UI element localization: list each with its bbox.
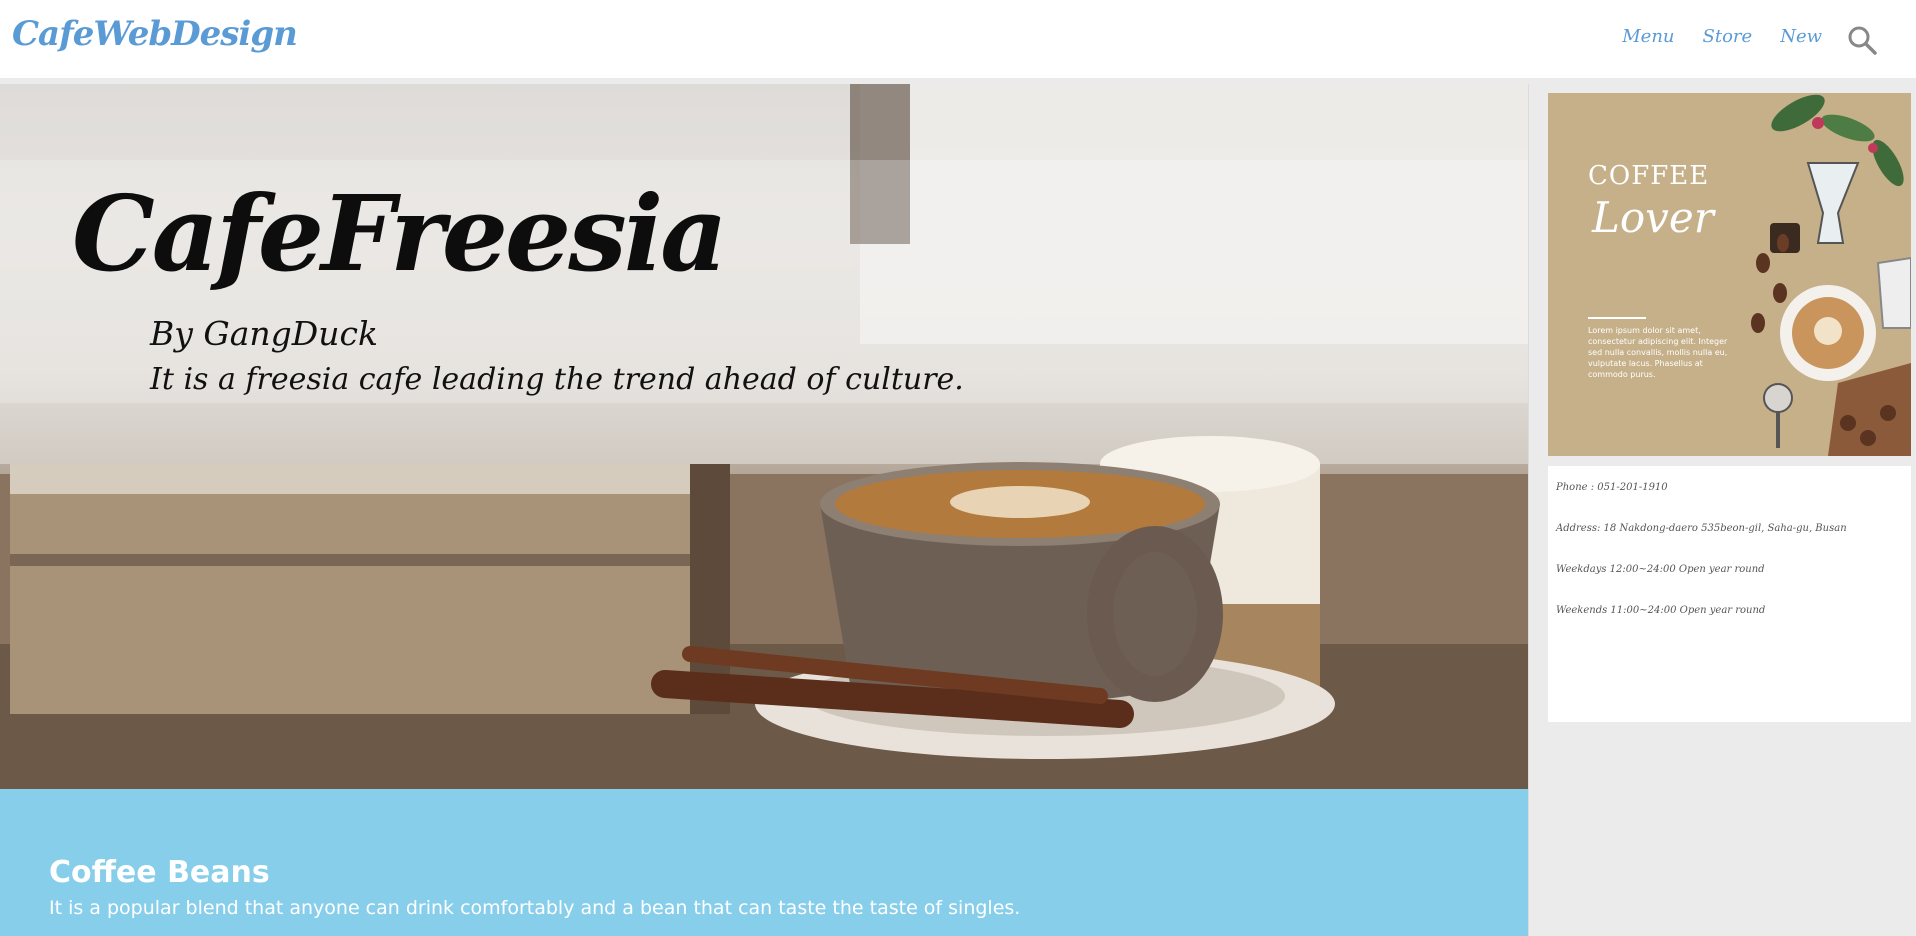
hero-tagline: It is a freesia cafe leading the trend a… xyxy=(150,362,964,397)
section-description: It is a popular blend that anyone can dr… xyxy=(49,897,1021,919)
section-title: Coffee Beans xyxy=(49,855,270,890)
nav-new[interactable]: New xyxy=(1780,26,1822,47)
weekdays-hours: Weekdays 12:00~24:00 Open year round xyxy=(1556,564,1765,575)
poster-heading: COFFEE xyxy=(1588,161,1710,191)
site-logo[interactable]: CafeWebDesign xyxy=(12,14,298,54)
nav-store[interactable]: Store xyxy=(1703,26,1753,47)
weekends-hours: Weekends 11:00~24:00 Open year round xyxy=(1556,605,1766,616)
coffee-illustration xyxy=(1751,94,1911,456)
coffee-lover-poster[interactable]: COFFEE Lover Lorem ipsum dolor sit amet,… xyxy=(1548,93,1911,456)
coffee-beans-section: Coffee Beans It is a popular blend that … xyxy=(0,789,1528,936)
hero-banner: CafeFreesia By GangDuck It is a freesia … xyxy=(0,84,1528,789)
poster-script: Lover xyxy=(1592,193,1714,242)
poster-body: Lorem ipsum dolor sit amet, consectetur … xyxy=(1588,326,1728,379)
nav-menu[interactable]: Menu xyxy=(1622,26,1674,47)
phone-text: Phone : 051-201-1910 xyxy=(1556,482,1668,493)
address-text: Address: 18 Nakdong-daero 535beon-gil, S… xyxy=(1556,523,1847,534)
main-nav: Menu Store New xyxy=(1622,26,1822,47)
hero-byline: By GangDuck xyxy=(150,314,378,353)
search-icon[interactable] xyxy=(1846,24,1878,56)
store-info-card: Phone : 051-201-1910 Address: 18 Nakdong… xyxy=(1548,466,1911,722)
sidebar: COFFEE Lover Lorem ipsum dolor sit amet,… xyxy=(1528,84,1916,936)
poster-divider xyxy=(1588,317,1646,319)
site-header: CafeWebDesign Menu Store New xyxy=(0,0,1916,78)
hero-title: CafeFreesia xyxy=(72,172,728,295)
